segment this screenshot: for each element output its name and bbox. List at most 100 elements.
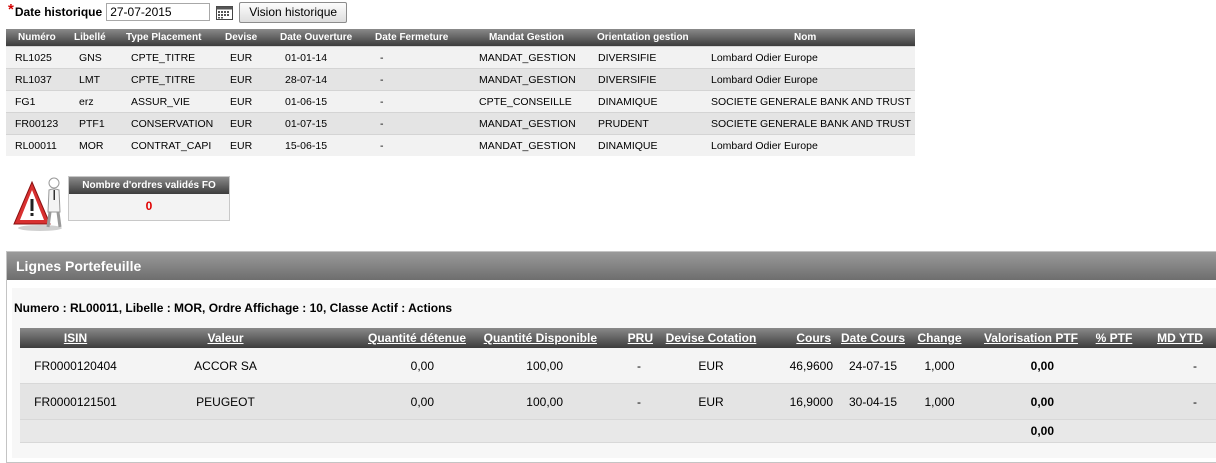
portfolio-panel-title: Lignes Portefeuille [7, 252, 1216, 280]
cell-valorisation-ptf: 0,00 [966, 383, 1084, 420]
cell-devise-cotation: EUR [661, 348, 761, 384]
col-isin[interactable]: ISIN [20, 328, 131, 348]
col-numero[interactable]: Numéro [6, 29, 70, 47]
cell: erz [70, 90, 122, 113]
cell-date-cours: 30-04-15 [833, 383, 913, 420]
cell: Lombard Odier Europe [706, 68, 915, 91]
account-row[interactable]: RL1037 LMT CPTE_TITRE EUR 28-07-14 - MAN… [6, 68, 915, 91]
cell: MANDAT_GESTION [477, 134, 593, 156]
col-change[interactable]: Change [913, 328, 966, 348]
col-type-placement[interactable]: Type Placement [122, 29, 221, 47]
cell: FG1 [6, 90, 70, 113]
portfolio-header-row: ISIN Valeur Quantité détenue Quantité Di… [20, 328, 1216, 348]
cell: - [371, 90, 477, 113]
cell-devise-cotation: EUR [661, 383, 761, 420]
cell: MANDAT_GESTION [477, 112, 593, 135]
date-history-input[interactable] [106, 3, 211, 21]
total-spacer [1084, 419, 1216, 443]
cell: - [371, 134, 477, 156]
cell: 28-07-14 [276, 68, 371, 91]
cell-pct-ptf [1084, 348, 1144, 384]
cell: MANDAT_GESTION [477, 68, 593, 91]
date-history-bar: * Date historique Vision historique [8, 1, 348, 23]
account-row[interactable]: FR00123 PTF1 CONSERVATION EUR 01-07-15 -… [6, 112, 915, 135]
cell-isin: FR0000121501 [20, 383, 131, 420]
calendar-icon[interactable] [216, 5, 234, 20]
col-nom[interactable]: Nom [706, 29, 915, 47]
cell-quantite-detenue: 0,00 [320, 383, 470, 420]
cell: DIVERSIFIE [593, 46, 706, 69]
cell: RL00011 [6, 134, 70, 156]
col-mandat-gestion[interactable]: Mandat Gestion [477, 29, 593, 47]
cell: DINAMIQUE [593, 90, 706, 113]
date-history-label: Date historique [14, 5, 103, 19]
cell: CPTE_TITRE [122, 46, 221, 69]
cell: EUR [221, 68, 276, 91]
col-devise[interactable]: Devise [221, 29, 276, 47]
col-md-ytd[interactable]: MD YTD [1144, 328, 1216, 348]
accounts-header-row: Numéro Libellé Type Placement Devise Dat… [6, 29, 915, 47]
col-pct-ptf[interactable]: % PTF [1084, 328, 1144, 348]
cell-quantite-disponible: 100,00 [470, 348, 603, 384]
cell: - [371, 112, 477, 135]
col-quantite-disponible[interactable]: Quantité Disponible [470, 328, 603, 348]
col-cours[interactable]: Cours [761, 328, 833, 348]
col-devise-cotation[interactable]: Devise Cotation [661, 328, 761, 348]
cell: CPTE_TITRE [122, 68, 221, 91]
cell-date-cours: 24-07-15 [833, 348, 913, 384]
total-valorisation: 0,00 [966, 419, 1084, 443]
cell: PTF1 [70, 112, 122, 135]
total-spacer [20, 419, 966, 443]
col-valorisation-ptf[interactable]: Valorisation PTF [966, 328, 1084, 348]
cell: PRUDENT [593, 112, 706, 135]
cell: CONTRAT_CAPI [122, 134, 221, 156]
cell-quantite-detenue: 0,00 [320, 348, 470, 384]
validated-orders-title: Nombre d'ordres validés FO [69, 177, 229, 194]
validated-orders-count: 0 [145, 199, 153, 213]
cell-pct-ptf [1084, 383, 1144, 420]
portfolio-row[interactable]: FR0000120404 ACCOR SA 0,00 100,00 - EUR … [20, 348, 1216, 384]
cell-pru: - [603, 383, 661, 420]
portfolio-total-row: 0,00 [20, 419, 1216, 443]
col-pru[interactable]: PRU [603, 328, 661, 348]
cell: SOCIETE GENERALE BANK AND TRUST [706, 90, 915, 113]
cell-valorisation-ptf: 0,00 [966, 348, 1084, 384]
cell-cours: 46,9600 [761, 348, 833, 384]
cell: CONSERVATION [122, 112, 221, 135]
cell: EUR [221, 90, 276, 113]
cell: RL1025 [6, 46, 70, 69]
warning-icon [13, 177, 62, 231]
col-valeur[interactable]: Valeur [131, 328, 320, 348]
col-quantite-detenue[interactable]: Quantité détenue [320, 328, 470, 348]
cell-cours: 16,9000 [761, 383, 833, 420]
account-row[interactable]: RL00011 MOR CONTRAT_CAPI EUR 15-06-15 - … [6, 134, 915, 156]
cell: DIVERSIFIE [593, 68, 706, 91]
col-date-fermeture[interactable]: Date Fermeture [371, 29, 477, 47]
cell: FR00123 [6, 112, 70, 135]
col-date-ouverture[interactable]: Date Ouverture [276, 29, 371, 47]
cell-quantite-disponible: 100,00 [470, 383, 603, 420]
col-orientation-gestion[interactable]: Orientation gestion [593, 29, 706, 47]
account-row[interactable]: RL1025 GNS CPTE_TITRE EUR 01-01-14 - MAN… [6, 46, 915, 69]
cell: Lombard Odier Europe [706, 134, 915, 156]
accounts-table: Numéro Libellé Type Placement Devise Dat… [6, 29, 915, 156]
col-date-cours[interactable]: Date Cours [833, 328, 913, 348]
cell-isin: FR0000120404 [20, 348, 131, 384]
validated-orders-box: Nombre d'ordres validés FO 0 [68, 176, 230, 221]
cell: CPTE_CONSEILLE [477, 90, 593, 113]
cell: 01-07-15 [276, 112, 371, 135]
cell: RL1037 [6, 68, 70, 91]
cell: ASSUR_VIE [122, 90, 221, 113]
portfolio-info-line: Numero : RL00011, Libelle : MOR, Ordre A… [14, 301, 453, 315]
col-libelle[interactable]: Libellé [70, 29, 122, 47]
cell-pru: - [603, 348, 661, 384]
cell-change: 1,000 [913, 383, 966, 420]
cell: GNS [70, 46, 122, 69]
account-row[interactable]: FG1 erz ASSUR_VIE EUR 01-06-15 - CPTE_CO… [6, 90, 915, 113]
portfolio-lines-table: ISIN Valeur Quantité détenue Quantité Di… [20, 328, 1216, 443]
cell: MOR [70, 134, 122, 156]
vision-historique-button[interactable]: Vision historique [239, 1, 348, 23]
portfolio-row[interactable]: FR0000121501 PEUGEOT 0,00 100,00 - EUR 1… [20, 383, 1216, 420]
cell-valeur: ACCOR SA [131, 348, 320, 384]
cell-change: 1,000 [913, 348, 966, 384]
